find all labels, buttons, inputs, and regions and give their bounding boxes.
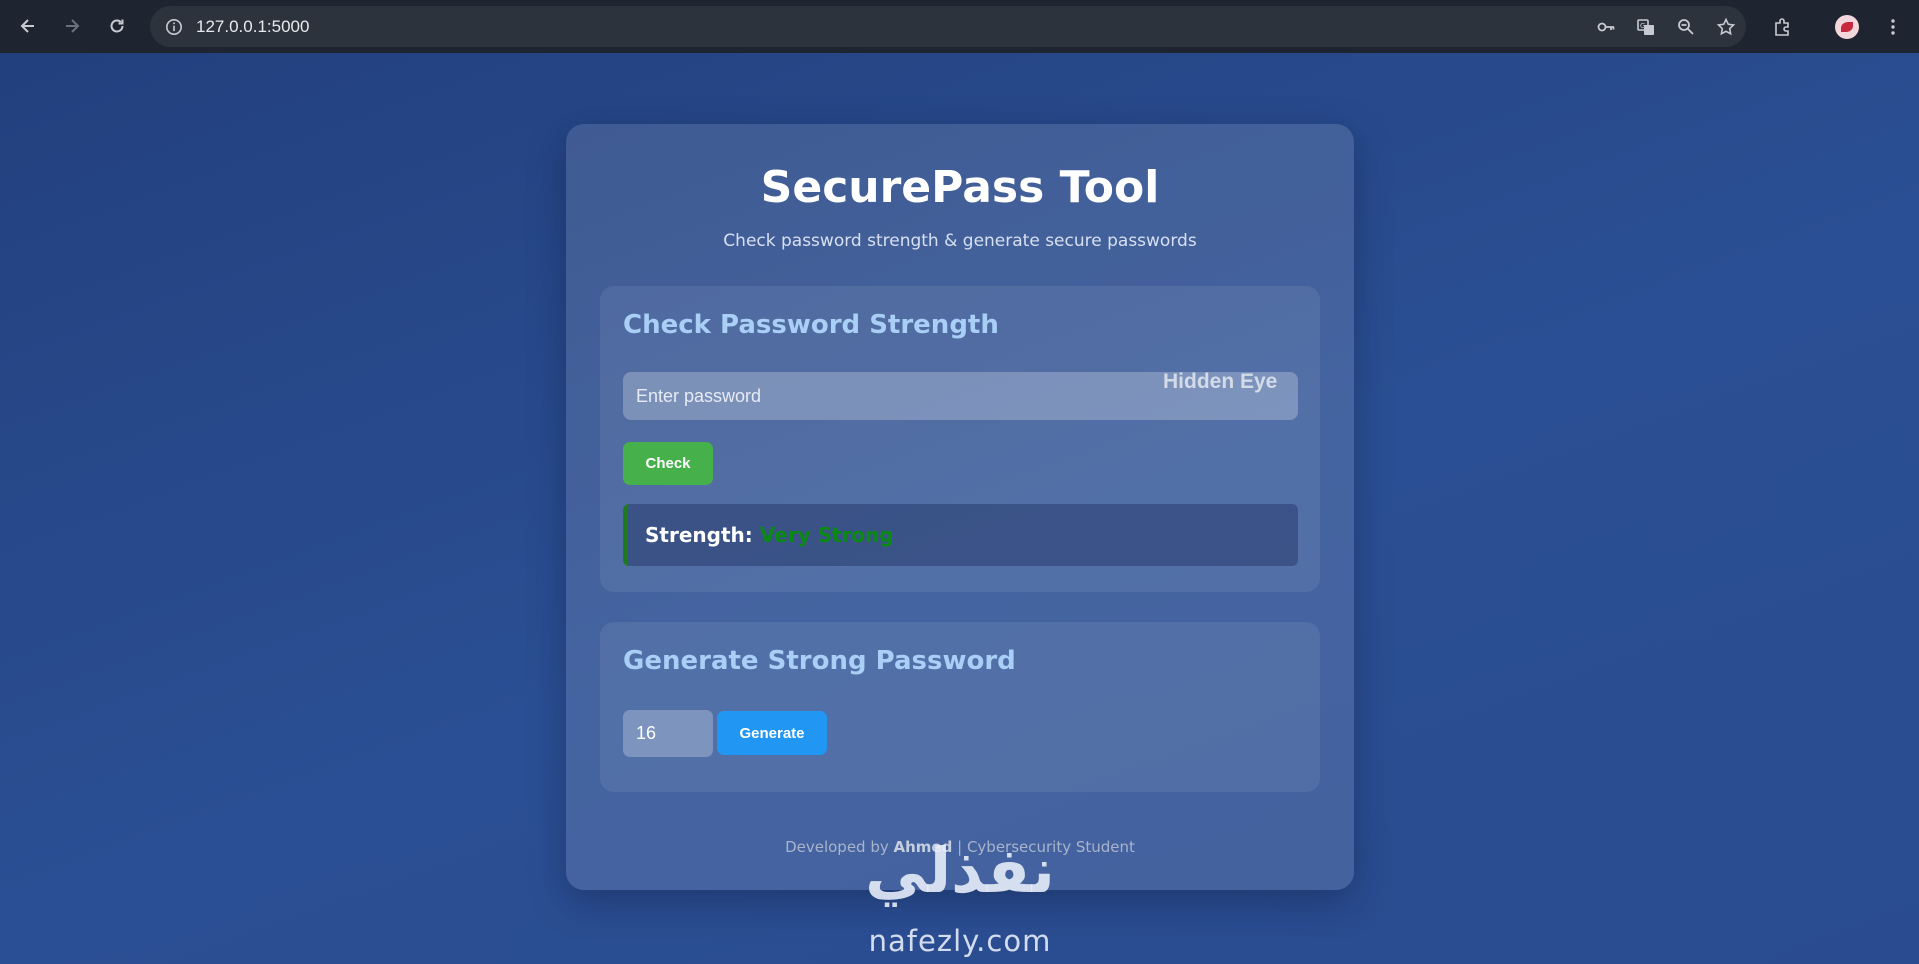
check-section-heading: Check Password Strength <box>623 310 999 340</box>
strength-result: Strength: Very Strong <box>623 504 1298 566</box>
address-bar-actions: G <box>1586 6 1746 47</box>
site-info-icon[interactable] <box>160 13 188 41</box>
app-card: SecurePass Tool Check password strength … <box>566 124 1354 890</box>
extensions-icon[interactable] <box>1762 6 1802 47</box>
generate-password-section: Generate Strong Password 16 Generate <box>600 622 1320 792</box>
star-icon[interactable] <box>1706 6 1746 47</box>
watermark-arabic: نفذلي <box>865 834 1055 907</box>
translate-icon[interactable]: G <box>1626 6 1666 47</box>
url-text[interactable]: 127.0.0.1:5000 <box>196 17 309 37</box>
browser-toolbar: 127.0.0.1:5000 G <box>0 0 1919 53</box>
avatar <box>1835 14 1859 39</box>
menu-icon[interactable] <box>1873 6 1913 47</box>
page-title: SecurePass Tool <box>760 162 1160 213</box>
generate-button[interactable]: Generate <box>717 711 827 755</box>
length-input[interactable]: 16 <box>623 710 713 757</box>
address-bar[interactable]: 127.0.0.1:5000 G <box>150 6 1746 47</box>
strength-value: Very Strong <box>759 523 894 547</box>
check-strength-section: Check Password Strength Enter password H… <box>600 286 1320 592</box>
profile-button[interactable] <box>1827 6 1867 47</box>
watermark-latin: nafezly.com <box>868 924 1052 958</box>
toggle-visibility-button[interactable]: Hidden Eye <box>1163 370 1277 394</box>
strength-label: Strength: <box>645 523 753 547</box>
back-icon[interactable] <box>8 6 48 46</box>
zoom-icon[interactable] <box>1666 6 1706 47</box>
check-button[interactable]: Check <box>623 442 713 485</box>
reload-icon[interactable] <box>97 6 137 46</box>
key-icon[interactable] <box>1586 6 1626 47</box>
forward-icon[interactable] <box>52 6 92 46</box>
page-subtitle: Check password strength & generate secur… <box>723 231 1197 251</box>
generate-section-heading: Generate Strong Password <box>623 646 1016 676</box>
svg-text:G: G <box>1640 22 1645 30</box>
